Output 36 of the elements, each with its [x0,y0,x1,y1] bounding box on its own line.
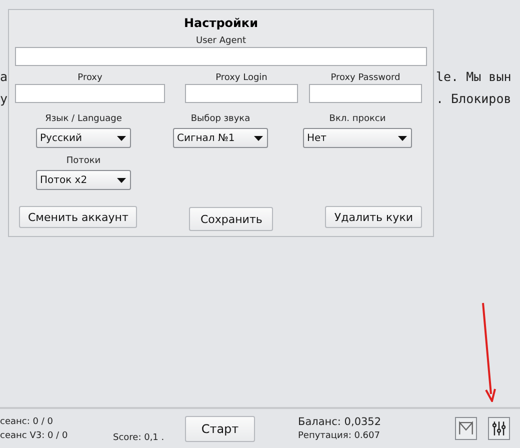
dropdown[interactable]: Нет [303,128,412,148]
dropdown-label: Потоки [66,155,101,167]
field-label: Proxy [78,72,102,84]
dropdown[interactable]: Русский [36,128,131,148]
save-button[interactable]: Сохранить [189,207,274,231]
change-account-button[interactable]: Сменить аккаунт [19,206,138,228]
input-field[interactable] [15,47,427,66]
field-label: User Agent [196,35,246,47]
balance-text: Баланс: 0,0352 [298,416,382,428]
caret-icon [117,136,126,140]
dropdown[interactable]: Сигнал №1 [173,128,268,148]
dropdown-label: Язык / Language [45,113,122,125]
session-count: сеанс: 0 / 0 [0,417,54,427]
reputation-text: Репутация: 0.607 [298,431,381,441]
delete-cookies-button[interactable]: Удалить куки [325,206,422,228]
input-field[interactable] [185,84,298,103]
settings-icon[interactable] [488,417,510,440]
background-text: . Блокиров [436,90,512,108]
start-button[interactable]: Старт [185,416,255,442]
caret-icon [398,136,407,140]
dropdown-label: Выбор звука [190,113,250,125]
dropdown[interactable]: Поток x2 [36,170,131,190]
score-text: Score: 0,1 . [113,433,166,443]
session-count: сеанс V3: 0 / 0 [0,431,69,441]
dropdown-label: Вкл. прокси [329,113,386,125]
background-text: le. Мы вын [436,68,512,86]
dialog-title: Настройки [182,16,259,32]
input-field[interactable] [15,84,165,103]
caret-icon [254,136,263,140]
field-label: Proxy Login [216,72,268,84]
background-text: а [0,68,8,86]
field-label: Proxy Password [330,72,400,84]
input-field[interactable] [309,84,422,103]
background-text: у [0,90,8,108]
caret-icon [117,178,126,182]
mail-icon[interactable] [455,417,477,440]
